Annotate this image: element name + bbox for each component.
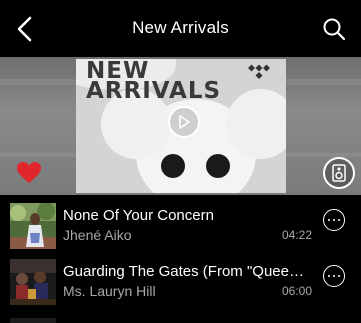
album-cover-image	[10, 203, 56, 249]
track-row[interactable]: None Of Your Concern Jhené Aiko 04:22	[0, 197, 361, 253]
heart-icon	[17, 162, 41, 183]
more-options-icon	[326, 218, 341, 222]
page-title: New Arrivals	[132, 18, 229, 37]
play-button[interactable]	[168, 106, 200, 138]
hero-banner: NEW ARRIVALS	[0, 57, 361, 195]
app-window: New Arrivals NEW ARRIVALS None Of Your C…	[0, 0, 361, 323]
play-icon	[179, 115, 190, 129]
track-thumbnail	[10, 203, 56, 249]
favorite-button[interactable]	[16, 161, 42, 185]
speaker-icon	[332, 164, 346, 182]
search-icon	[323, 18, 346, 41]
art-eye	[206, 154, 230, 178]
track-thumbnail	[10, 259, 56, 305]
more-options-button[interactable]	[323, 209, 345, 231]
album-cover-image	[10, 259, 56, 305]
track-title: Guarding The Gates (From "Queen…	[63, 263, 308, 280]
more-options-icon	[326, 274, 341, 278]
art-eye	[161, 154, 185, 178]
more-options-button[interactable]	[323, 265, 345, 287]
track-duration: 04:22	[281, 228, 312, 242]
speaker-button[interactable]	[323, 157, 355, 189]
header-bar: New Arrivals	[0, 0, 361, 57]
track-row[interactable]: Guarding The Gates (From "Queen… Ms. Lau…	[0, 253, 361, 309]
tidal-logo-icon	[248, 64, 270, 79]
next-track-thumbnail	[10, 318, 56, 323]
track-artist: Jhené Aiko	[63, 227, 132, 243]
search-button[interactable]	[319, 14, 349, 44]
track-duration: 06:00	[281, 284, 312, 298]
track-artist: Ms. Lauryn Hill	[63, 283, 156, 299]
art-text-line2: ARRIVALS	[86, 78, 222, 104]
track-title: None Of Your Concern	[63, 207, 214, 224]
